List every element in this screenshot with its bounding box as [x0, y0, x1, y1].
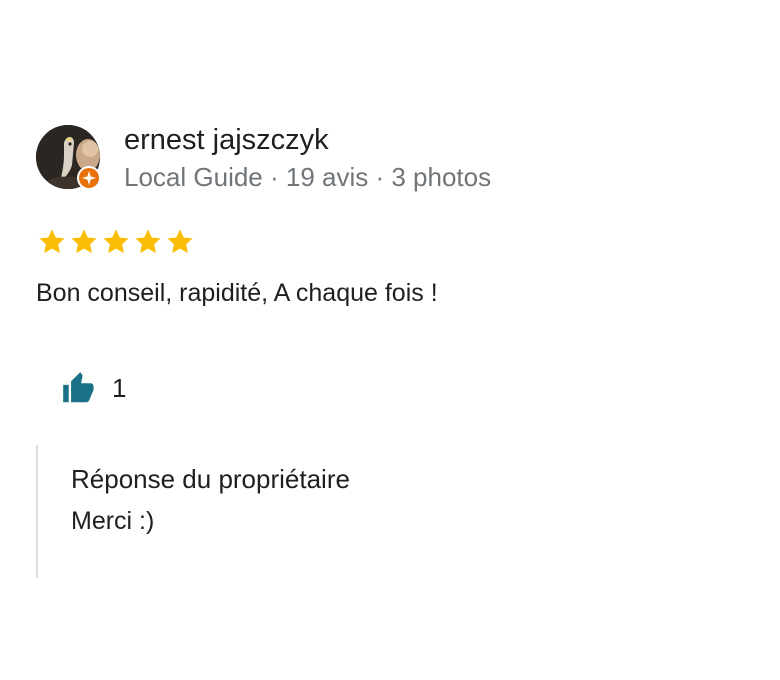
owner-response-text: Merci :) [71, 507, 155, 535]
star-icon [39, 229, 65, 254]
like-count: 1 [112, 373, 127, 403]
local-guide-badge-icon [77, 166, 101, 190]
like-button[interactable]: 1 [56, 364, 134, 412]
author-name[interactable]: ernest jajszczyk [124, 122, 329, 158]
star-icon [167, 229, 193, 254]
author-avatar-wrapper[interactable] [36, 125, 101, 190]
star-icon [103, 229, 129, 254]
owner-response-title: Réponse du propriétaire [71, 464, 350, 494]
star-icon [135, 229, 161, 254]
thumbs-up-icon [63, 372, 94, 403]
star-rating [36, 226, 196, 258]
author-meta: Local Guide · 19 avis · 3 photos [124, 162, 492, 192]
star-icon [71, 229, 97, 254]
owner-response: Réponse du propriétaire Merci :) [36, 445, 738, 578]
review-text: Bon conseil, rapidité, A chaque fois ! [36, 279, 438, 307]
review-card: ernest jajszczyk Local Guide · 19 avis ·… [0, 0, 780, 680]
